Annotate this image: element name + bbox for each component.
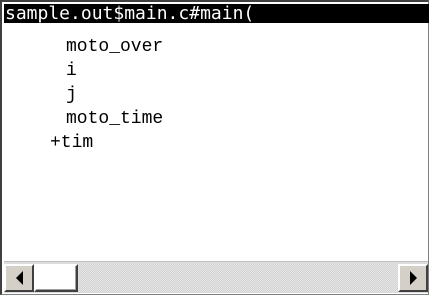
watch-item-tim[interactable]: +tim	[50, 131, 93, 155]
watch-item-i[interactable]: i	[66, 59, 77, 83]
watch-window: sample.out$main.c#main( moto_over i j mo…	[0, 0, 429, 295]
scroll-right-arrow-icon	[409, 271, 417, 285]
scroll-left-arrow-icon	[15, 271, 23, 285]
scroll-right-button[interactable]	[398, 264, 428, 292]
watch-item-moto-time[interactable]: moto_time	[66, 107, 163, 131]
scroll-left-button[interactable]	[4, 264, 34, 292]
watch-item-j[interactable]: j	[66, 83, 77, 107]
watch-item-moto-over[interactable]: moto_over	[66, 35, 163, 59]
window-title[interactable]: sample.out$main.c#main(	[4, 4, 429, 23]
scrollbar-thumb[interactable]	[34, 264, 78, 292]
horizontal-scrollbar[interactable]	[4, 261, 428, 293]
watch-list[interactable]: moto_over i j moto_time +tim	[4, 23, 429, 261]
